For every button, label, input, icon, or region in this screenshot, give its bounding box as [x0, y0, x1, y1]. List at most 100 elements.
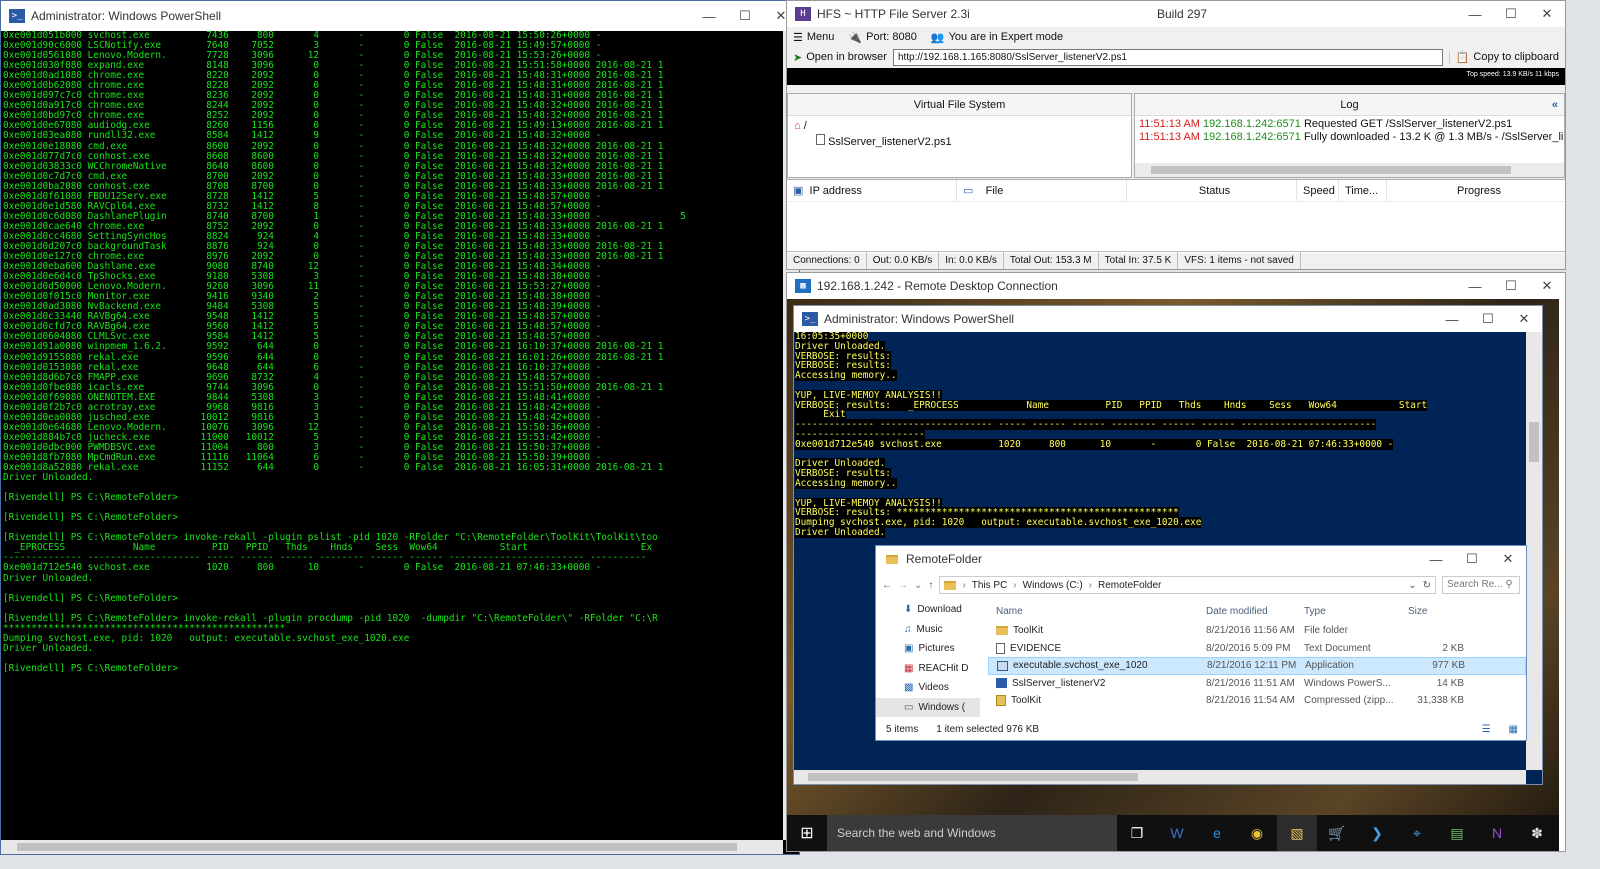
edge-icon[interactable]: e — [1197, 815, 1237, 851]
console-output[interactable]: 0xe001d051b000 svchost.exe 7436 800 4 - … — [3, 31, 783, 840]
file-explorer-window[interactable]: RemoteFolder — ☐ ✕ ← → ⌄ ↑ › This PC › W… — [875, 545, 1527, 741]
maximize-button[interactable]: ☐ — [1493, 271, 1529, 301]
breadcrumb-this-pc[interactable]: This PC — [972, 580, 1008, 591]
onenote-icon[interactable]: N — [1477, 815, 1517, 851]
up-arrow-icon[interactable]: ↑ — [928, 580, 933, 591]
file-name: ToolKit — [1013, 625, 1044, 637]
sidebar-item-pictures[interactable]: ▣ Pictures — [876, 639, 980, 659]
back-arrow-icon[interactable]: ← — [882, 580, 892, 591]
sidebar-item-windows-drive[interactable]: ▭ Windows ( — [876, 697, 980, 717]
hfs-window[interactable]: H HFS ~ HTTP File Server 2.3i Build 297 … — [786, 0, 1566, 270]
file-row[interactable]: executable.svchost_exe_1020 8/21/2016 12:… — [988, 657, 1526, 675]
vertical-scrollbar[interactable] — [1526, 332, 1542, 770]
vfs-file-item[interactable]: SslServer_listenerV2.ps1 — [794, 134, 1125, 150]
details-view-icon[interactable]: ☰ — [1482, 724, 1491, 735]
close-button[interactable]: ✕ — [1490, 544, 1526, 574]
sidebar-item-reachit[interactable]: ▦ REACHit D — [876, 659, 980, 679]
collapse-icon[interactable]: « — [1552, 94, 1558, 116]
scroll-thumb[interactable] — [808, 773, 1138, 781]
expert-mode-button[interactable]: 👥 You are in Expert mode — [931, 31, 1063, 44]
column-label: Progress — [1456, 184, 1502, 197]
maximize-button[interactable]: ☐ — [727, 1, 763, 31]
computer-icon: ▣ — [793, 185, 804, 197]
rdp-titlebar[interactable]: ▩ 192.168.1.242 - Remote Desktop Connect… — [787, 273, 1565, 299]
maximize-button[interactable]: ☐ — [1493, 0, 1529, 29]
minimize-button[interactable]: — — [1418, 544, 1454, 574]
file-list[interactable]: Name Date modified Type Size ToolKit 8/21… — [988, 600, 1526, 720]
file-row[interactable]: ToolKit 8/21/2016 11:54 AM Compressed (zip… — [988, 692, 1526, 710]
column-speed[interactable]: Speed — [1297, 180, 1339, 201]
column-name[interactable]: Name — [988, 606, 1206, 617]
address-bar[interactable]: › This PC › Windows (C:) › RemoteFolder … — [939, 576, 1436, 594]
column-file[interactable]: ▭ File — [957, 180, 1127, 201]
powershell-titlebar[interactable]: >_ Administrator: Windows PowerShell — ☐… — [794, 306, 1542, 332]
large-icons-view-icon[interactable]: ▦ — [1509, 724, 1526, 735]
powershell-window-left[interactable]: >_ Administrator: Windows PowerShell — ☐… — [0, 0, 800, 855]
powershell-titlebar[interactable]: >_ Administrator: Windows PowerShell — ☐… — [1, 1, 799, 31]
vfs-pane[interactable]: Virtual File System ⌂ / SslServer_listen… — [787, 93, 1132, 178]
taskbar-search[interactable]: Search the web and Windows — [827, 815, 1117, 851]
recent-chevron-icon[interactable]: ⌄ — [914, 580, 922, 591]
sidebar-item-download[interactable]: ⬇ Download — [876, 600, 980, 620]
column-status[interactable]: Status — [1127, 180, 1297, 201]
users-icon: 👥 — [930, 31, 945, 44]
port-button[interactable]: 🔌 Port: 8080 — [848, 31, 916, 44]
task-view-icon[interactable]: ❐ — [1117, 815, 1157, 851]
copy-to-clipboard-button[interactable]: 📋 Copy to clipboard — [1448, 50, 1565, 64]
remote-desktop-window[interactable]: ▩ 192.168.1.242 - Remote Desktop Connect… — [786, 272, 1566, 852]
column-ip[interactable]: ▣ IP address — [787, 180, 957, 201]
maximize-button[interactable]: ☐ — [1454, 544, 1490, 574]
menu-button[interactable]: ☰ Menu — [793, 31, 834, 44]
minimize-button[interactable]: — — [1457, 0, 1493, 29]
minimize-button[interactable]: — — [1434, 304, 1470, 334]
start-button[interactable]: ⊞ — [787, 815, 827, 851]
powershell-taskbar-icon[interactable]: ❯ — [1357, 815, 1397, 851]
close-button[interactable]: ✕ — [1529, 271, 1565, 301]
word-icon[interactable]: W — [1157, 815, 1197, 851]
breadcrumb-folder[interactable]: RemoteFolder — [1098, 580, 1161, 591]
remote-desktop-area[interactable]: >_ Administrator: Windows PowerShell — ☐… — [787, 299, 1559, 851]
forward-arrow-icon[interactable]: → — [898, 580, 908, 591]
sidebar-item-videos[interactable]: ▩ Videos — [876, 678, 980, 698]
url-field[interactable]: http://192.168.1.165:8080/SslServer_list… — [892, 48, 1443, 66]
minimize-button[interactable]: — — [1457, 271, 1493, 301]
minimize-button[interactable]: — — [691, 1, 727, 31]
column-type[interactable]: Type — [1304, 606, 1408, 617]
refresh-icon[interactable]: ↻ — [1423, 580, 1435, 591]
terminal-icon[interactable]: ▤ — [1437, 815, 1477, 851]
close-button[interactable]: ✕ — [1529, 0, 1565, 29]
breadcrumb-drive[interactable]: Windows (C:) — [1023, 580, 1083, 591]
horizontal-scrollbar[interactable] — [794, 770, 1526, 784]
store-icon[interactable]: 🛒 — [1317, 815, 1357, 851]
open-in-browser-button[interactable]: ➤ Open in browser — [793, 51, 887, 64]
scroll-thumb[interactable] — [17, 843, 737, 851]
file-date: 8/21/2016 12:11 PM — [1207, 660, 1297, 672]
maximize-button[interactable]: ☐ — [1470, 304, 1506, 334]
chrome-icon[interactable]: ◉ — [1237, 815, 1277, 851]
file-row[interactable]: SslServer_listenerV2 8/21/2016 11:51 AM Wi… — [988, 675, 1526, 693]
column-size[interactable]: Size — [1408, 606, 1464, 617]
column-date[interactable]: Date modified — [1206, 606, 1304, 617]
scroll-thumb[interactable] — [1529, 422, 1539, 462]
dropdown-icon[interactable]: ⌄ — [1408, 580, 1416, 591]
explorer-titlebar[interactable]: RemoteFolder — ☐ ✕ — [876, 546, 1526, 572]
sidebar-item-music[interactable]: ♫ Music — [876, 620, 980, 640]
log-pane[interactable]: Log « 11:51:13 AM 192.168.1.242:6571 Requ… — [1134, 93, 1565, 178]
log-horizontal-scrollbar[interactable] — [1135, 163, 1564, 177]
vfs-root[interactable]: ⌂ / — [794, 119, 1125, 134]
column-progress[interactable]: Progress — [1387, 180, 1565, 201]
app-icon[interactable]: ✽ — [1517, 815, 1557, 851]
search-field[interactable]: Search Re... ⚲ — [1442, 576, 1520, 594]
file-row[interactable]: ToolKit 8/21/2016 11:56 AM File folder — [988, 622, 1526, 640]
column-time[interactable]: Time... — [1339, 180, 1387, 201]
connections-table[interactable]: ▣ IP address ▭ File Status Speed Time...… — [787, 179, 1565, 253]
file-explorer-icon[interactable]: ▧ — [1277, 815, 1317, 851]
url-row: ➤ Open in browser http://192.168.1.165:8… — [787, 47, 1565, 67]
explorer-sidebar[interactable]: ⬇ Download ♫ Music ▣ Pictures ▦ REACHit D ▩ V… — [876, 600, 980, 720]
close-button[interactable]: ✕ — [1506, 304, 1542, 334]
hfs-titlebar[interactable]: H HFS ~ HTTP File Server 2.3i Build 297 … — [787, 1, 1565, 27]
file-row[interactable]: EVIDENCE 8/20/2016 5:09 PM Text Document 2 … — [988, 640, 1526, 658]
horizontal-scrollbar[interactable] — [1, 840, 783, 854]
network-icon[interactable]: ⌖ — [1397, 815, 1437, 851]
scroll-thumb[interactable] — [1151, 166, 1511, 174]
